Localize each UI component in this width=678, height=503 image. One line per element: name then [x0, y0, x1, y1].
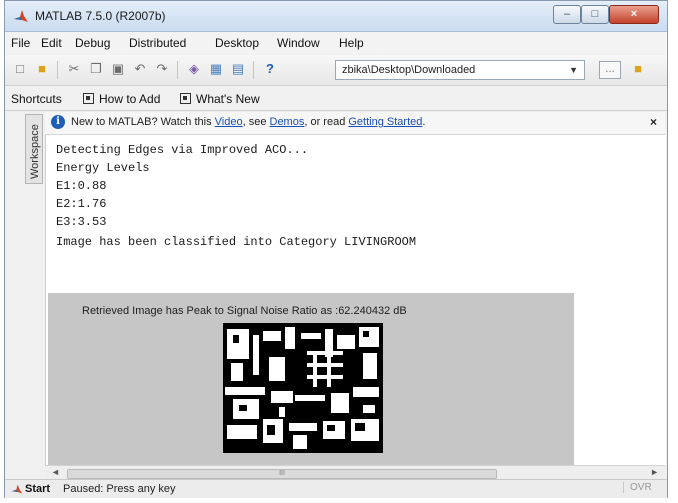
chevron-down-icon[interactable]: ▼ — [569, 61, 578, 79]
minimize-button[interactable]: – — [553, 5, 581, 24]
info-bar: i New to MATLAB? Watch this Video, see D… — [45, 112, 665, 135]
menu-distributed[interactable]: Distributed — [129, 36, 186, 50]
menu-window[interactable]: Window — [277, 36, 320, 50]
command-output-line: E3:3.53 — [56, 215, 107, 229]
title-bar: MATLAB 7.5.0 (R2007b) – □ × — [5, 1, 667, 32]
menu-edit[interactable]: Edit — [41, 36, 62, 50]
menu-bar: File Edit Debug Distributed Desktop Wind… — [5, 32, 667, 54]
close-icon[interactable]: × — [650, 115, 657, 129]
help-icon[interactable]: ? — [261, 60, 279, 78]
browse-folder-icon[interactable]: ■ — [629, 60, 647, 78]
undo-icon[interactable]: ↶ — [131, 60, 149, 78]
command-output-line: E2:1.76 — [56, 197, 107, 211]
window-title: MATLAB 7.5.0 (R2007b) — [35, 9, 166, 23]
info-icon: i — [51, 115, 65, 129]
workspace-tab[interactable]: Workspace — [25, 114, 43, 184]
shortcut-icon — [180, 93, 191, 104]
start-button[interactable]: Start — [9, 481, 54, 497]
command-window[interactable]: Detecting Edges via Improved ACO... Ener… — [45, 135, 666, 465]
current-directory-label — [287, 60, 327, 78]
status-text: Paused: Press any key — [63, 483, 176, 495]
matlab-logo-icon — [14, 10, 28, 22]
current-directory-input[interactable]: zbika\Desktop\Downloaded ▼ — [335, 60, 585, 80]
guide-icon[interactable]: ▦ — [207, 60, 225, 78]
open-folder-icon[interactable]: ■ — [33, 60, 51, 78]
cut-icon[interactable]: ✂ — [65, 60, 83, 78]
close-button[interactable]: × — [609, 5, 659, 24]
browse-button[interactable]: ... — [599, 61, 621, 79]
overwrite-indicator: OVR — [623, 482, 652, 493]
horizontal-scrollbar[interactable]: ◄ III ► — [45, 465, 665, 480]
paste-icon[interactable]: ▣ — [109, 60, 127, 78]
info-suffix: . — [422, 116, 426, 128]
toolbar: □ ■ ✂ ❐ ▣ ↶ ↷ ◈ ▦ ▤ ? zbika\Desktop\Down… — [5, 55, 667, 86]
scroll-left-icon[interactable]: ◄ — [51, 467, 60, 477]
menu-debug[interactable]: Debug — [75, 36, 110, 50]
command-output-line: Detecting Edges via Improved ACO... — [56, 143, 309, 157]
shortcuts-label: Shortcuts — [11, 92, 62, 106]
command-output-line: Image has been classified into Category … — [56, 235, 417, 249]
scrollbar-thumb[interactable]: III — [67, 469, 497, 479]
start-label: Start — [25, 483, 51, 495]
toolbar-separator — [177, 61, 178, 79]
info-prefix: New to MATLAB? Watch this — [71, 116, 215, 128]
command-output-line: Energy Levels — [56, 161, 150, 175]
shortcut-icon — [83, 93, 94, 104]
toolbar-separator — [253, 61, 254, 79]
info-text: New to MATLAB? Watch this Video, see Dem… — [71, 116, 425, 128]
workspace-tab-label: Workspace — [29, 124, 41, 179]
simulink-icon[interactable]: ◈ — [185, 60, 203, 78]
scrollbar-grip: III — [279, 470, 285, 477]
figure-caption: Retrieved Image has Peak to Signal Noise… — [82, 305, 407, 317]
scroll-right-icon[interactable]: ► — [650, 467, 659, 477]
new-file-icon[interactable]: □ — [11, 60, 29, 78]
getting-started-link[interactable]: Getting Started — [348, 116, 422, 128]
current-directory-value: zbika\Desktop\Downloaded — [342, 64, 476, 76]
copy-icon[interactable]: ❐ — [87, 60, 105, 78]
retrieved-image — [223, 323, 383, 453]
redo-icon[interactable]: ↷ — [153, 60, 171, 78]
shortcut-label: What's New — [196, 92, 260, 106]
info-separator: , or read — [304, 116, 349, 128]
menu-help[interactable]: Help — [339, 36, 364, 50]
matlab-logo-icon — [11, 484, 23, 494]
shortcuts-bar: Shortcuts How to Add What's New — [5, 86, 667, 111]
maximize-button[interactable]: □ — [581, 5, 609, 24]
shortcut-label: How to Add — [99, 92, 161, 106]
shortcut-how-to-add[interactable]: How to Add — [83, 92, 160, 106]
menu-desktop[interactable]: Desktop — [215, 36, 259, 50]
profiler-icon[interactable]: ▤ — [229, 60, 247, 78]
menu-file[interactable]: File — [11, 36, 30, 50]
shortcut-whats-new[interactable]: What's New — [180, 92, 260, 106]
command-output-line: E1:0.88 — [56, 179, 107, 193]
demos-link[interactable]: Demos — [270, 116, 305, 128]
matlab-window: MATLAB 7.5.0 (R2007b) – □ × File Edit De… — [4, 0, 668, 498]
video-link[interactable]: Video — [215, 116, 243, 128]
status-bar: Start Paused: Press any key OVR — [5, 479, 667, 498]
toolbar-separator — [57, 61, 58, 79]
figure-panel: Retrieved Image has Peak to Signal Noise… — [48, 293, 574, 465]
info-separator: , see — [242, 116, 270, 128]
